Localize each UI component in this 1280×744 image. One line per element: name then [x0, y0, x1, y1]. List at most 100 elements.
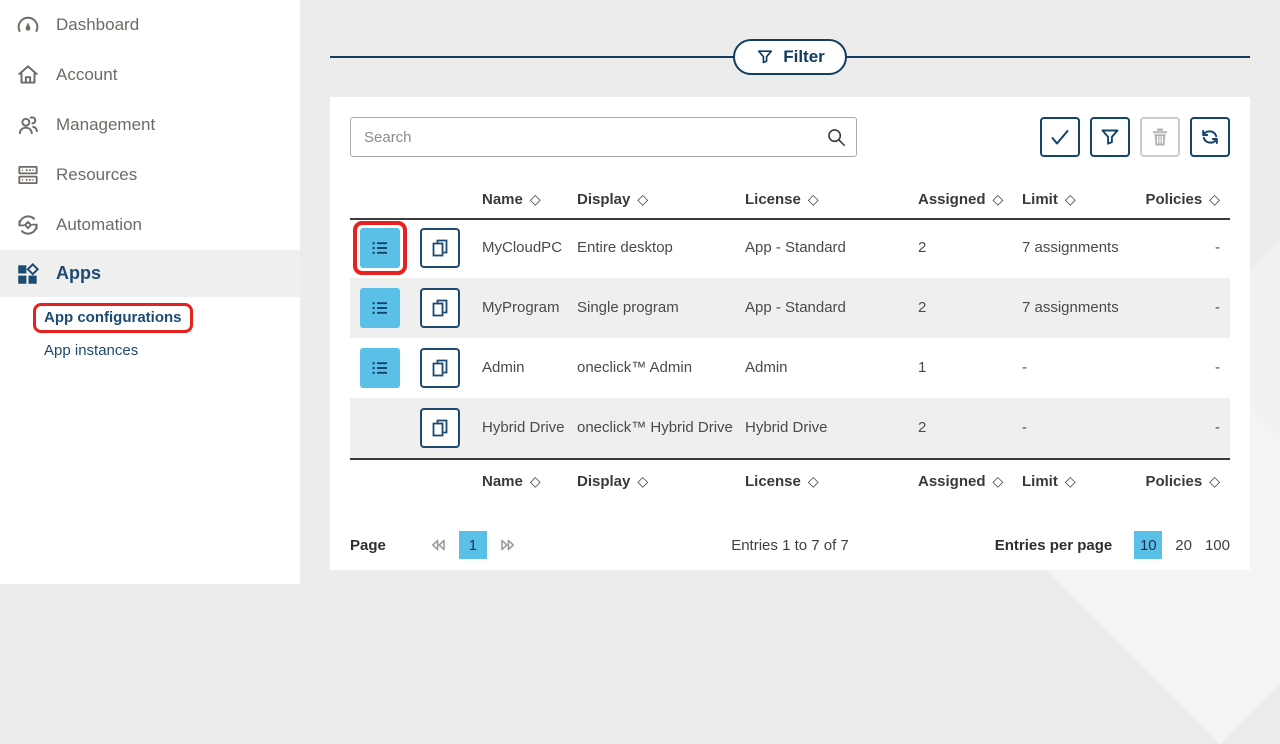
sidebar-subitem-app-instances[interactable]: App instances	[44, 342, 138, 359]
cell-assigned: 2	[906, 299, 1010, 318]
row-details-button[interactable]	[360, 288, 400, 328]
sidebar-item-label: Account	[56, 65, 117, 85]
entries-per-page-label: Entries per page	[995, 537, 1113, 554]
pagination-bar: Page 1 Entries 1 to 7 of 7 Entries per p…	[350, 522, 1230, 568]
first-page-icon[interactable]	[428, 534, 450, 556]
sort-icon: ◇	[1065, 191, 1076, 207]
sort-icon: ◇	[637, 191, 648, 207]
cell-license: App - Standard	[733, 299, 906, 318]
sidebar-item-automation[interactable]: Automation	[0, 200, 300, 250]
server-icon	[15, 162, 41, 188]
filter-button[interactable]	[1090, 117, 1130, 157]
cell-limit: -	[1010, 359, 1134, 378]
sort-icon: ◇	[1209, 191, 1220, 207]
sort-icon: ◇	[1209, 473, 1220, 489]
row-copy-button[interactable]	[420, 348, 460, 388]
column-label: Limit	[1022, 473, 1058, 490]
column-header-policies[interactable]: Policies◇	[1134, 473, 1230, 490]
app-configurations-panel: Name◇Display◇License◇Assigned◇Limit◇Poli…	[330, 97, 1250, 570]
cell-license: Admin	[733, 359, 906, 378]
sidebar-item-management[interactable]: Management	[0, 100, 300, 150]
column-header-name[interactable]: Name ◇	[470, 473, 565, 490]
per-page-option-100[interactable]: 100	[1205, 537, 1230, 554]
table-body: MyCloudPC Entire desktop App - Standard …	[350, 218, 1230, 460]
column-label: Name	[482, 473, 523, 490]
sidebar-item-apps[interactable]: Apps	[0, 250, 300, 297]
page-navigation: 1	[428, 531, 518, 559]
cell-policies: -	[1134, 359, 1230, 378]
copy-icon	[428, 416, 452, 440]
column-label: Assigned	[918, 191, 986, 208]
cell-limit: -	[1010, 419, 1134, 438]
entries-per-page: Entries per page 10 20 100	[995, 531, 1230, 559]
row-copy-button[interactable]	[420, 408, 460, 448]
cell-assigned: 2	[906, 239, 1010, 258]
search-container	[350, 117, 857, 157]
column-header-name[interactable]: Name◇	[470, 191, 565, 208]
row-details-button[interactable]	[360, 348, 400, 388]
page-number-button[interactable]: 1	[459, 531, 487, 559]
table-header: Name◇Display◇License◇Assigned◇Limit◇Poli…	[350, 180, 1230, 220]
gauge-icon	[15, 12, 41, 38]
cell-limit: 7 assignments	[1010, 299, 1134, 318]
column-header-limit[interactable]: Limit ◇	[1010, 473, 1134, 490]
sidebar: Dashboard Account Management Resources	[0, 0, 300, 584]
cell-policies: -	[1134, 419, 1230, 438]
entries-summary: Entries 1 to 7 of 7	[731, 537, 849, 554]
column-label: License	[745, 191, 801, 208]
home-icon	[15, 62, 41, 88]
per-page-option-10[interactable]: 10	[1134, 531, 1162, 559]
cell-policies: -	[1134, 299, 1230, 318]
list-icon	[368, 236, 392, 260]
sidebar-item-account[interactable]: Account	[0, 50, 300, 100]
row-details-button[interactable]	[360, 228, 400, 268]
column-header-display[interactable]: Display◇	[565, 191, 733, 208]
cell-license: Hybrid Drive	[733, 419, 906, 438]
cell-name: Admin	[470, 359, 565, 378]
refresh-icon	[1198, 125, 1222, 149]
filter-label: Filter	[783, 47, 825, 67]
delete-button[interactable]	[1140, 117, 1180, 157]
column-header-assigned[interactable]: Assigned◇	[906, 473, 1010, 490]
table-row: Hybrid Drive oneclick™ Hybrid Drive Hybr…	[350, 398, 1230, 458]
column-label: Policies	[1146, 191, 1203, 208]
users-icon	[15, 112, 41, 138]
column-header-policies[interactable]: Policies ◇	[1134, 191, 1230, 208]
search-icon	[825, 126, 847, 148]
list-icon	[368, 296, 392, 320]
cell-name: MyCloudPC	[470, 239, 565, 258]
cell-limit: 7 assignments	[1010, 239, 1134, 258]
sidebar-item-resources[interactable]: Resources	[0, 150, 300, 200]
sort-icon: ◇	[530, 473, 541, 489]
table-row: MyCloudPC Entire desktop App - Standard …	[350, 218, 1230, 278]
sort-icon: ◇	[808, 191, 819, 207]
refresh-button[interactable]	[1190, 117, 1230, 157]
cell-name: MyProgram	[470, 299, 565, 318]
sort-icon: ◇	[530, 191, 541, 207]
column-header-display[interactable]: Display◇	[565, 473, 733, 490]
next-page-icon[interactable]	[496, 534, 518, 556]
sidebar-item-label: Automation	[56, 215, 142, 235]
sort-icon: ◇	[1065, 473, 1076, 489]
column-header-assigned[interactable]: Assigned◇	[906, 191, 1010, 208]
funnel-icon	[1098, 125, 1122, 149]
per-page-option-20[interactable]: 20	[1175, 537, 1192, 554]
cell-name: Hybrid Drive	[470, 419, 565, 438]
row-copy-button[interactable]	[420, 288, 460, 328]
column-header-license[interactable]: License◇	[733, 473, 906, 490]
confirm-button[interactable]	[1040, 117, 1080, 157]
sidebar-item-label: Apps	[56, 263, 101, 284]
copy-icon	[428, 296, 452, 320]
filter-toggle-button[interactable]: Filter	[733, 39, 847, 75]
apps-submenu: App configurations App instances	[0, 297, 300, 359]
trash-icon	[1148, 125, 1172, 149]
table-row: Admin oneclick™ Admin Admin 1 - -	[350, 338, 1230, 398]
sidebar-item-dashboard[interactable]: Dashboard	[0, 0, 300, 50]
sidebar-subitem-app-configurations[interactable]: App configurations	[33, 303, 193, 333]
column-header-license[interactable]: License ◇	[733, 191, 906, 208]
sort-icon: ◇	[993, 473, 1004, 489]
column-header-limit[interactable]: Limit◇	[1010, 191, 1134, 208]
table-footer-header: Name◇Display◇License◇Assigned◇Limit◇Poli…	[350, 460, 1230, 502]
row-copy-button[interactable]	[420, 228, 460, 268]
search-input[interactable]	[350, 117, 857, 157]
